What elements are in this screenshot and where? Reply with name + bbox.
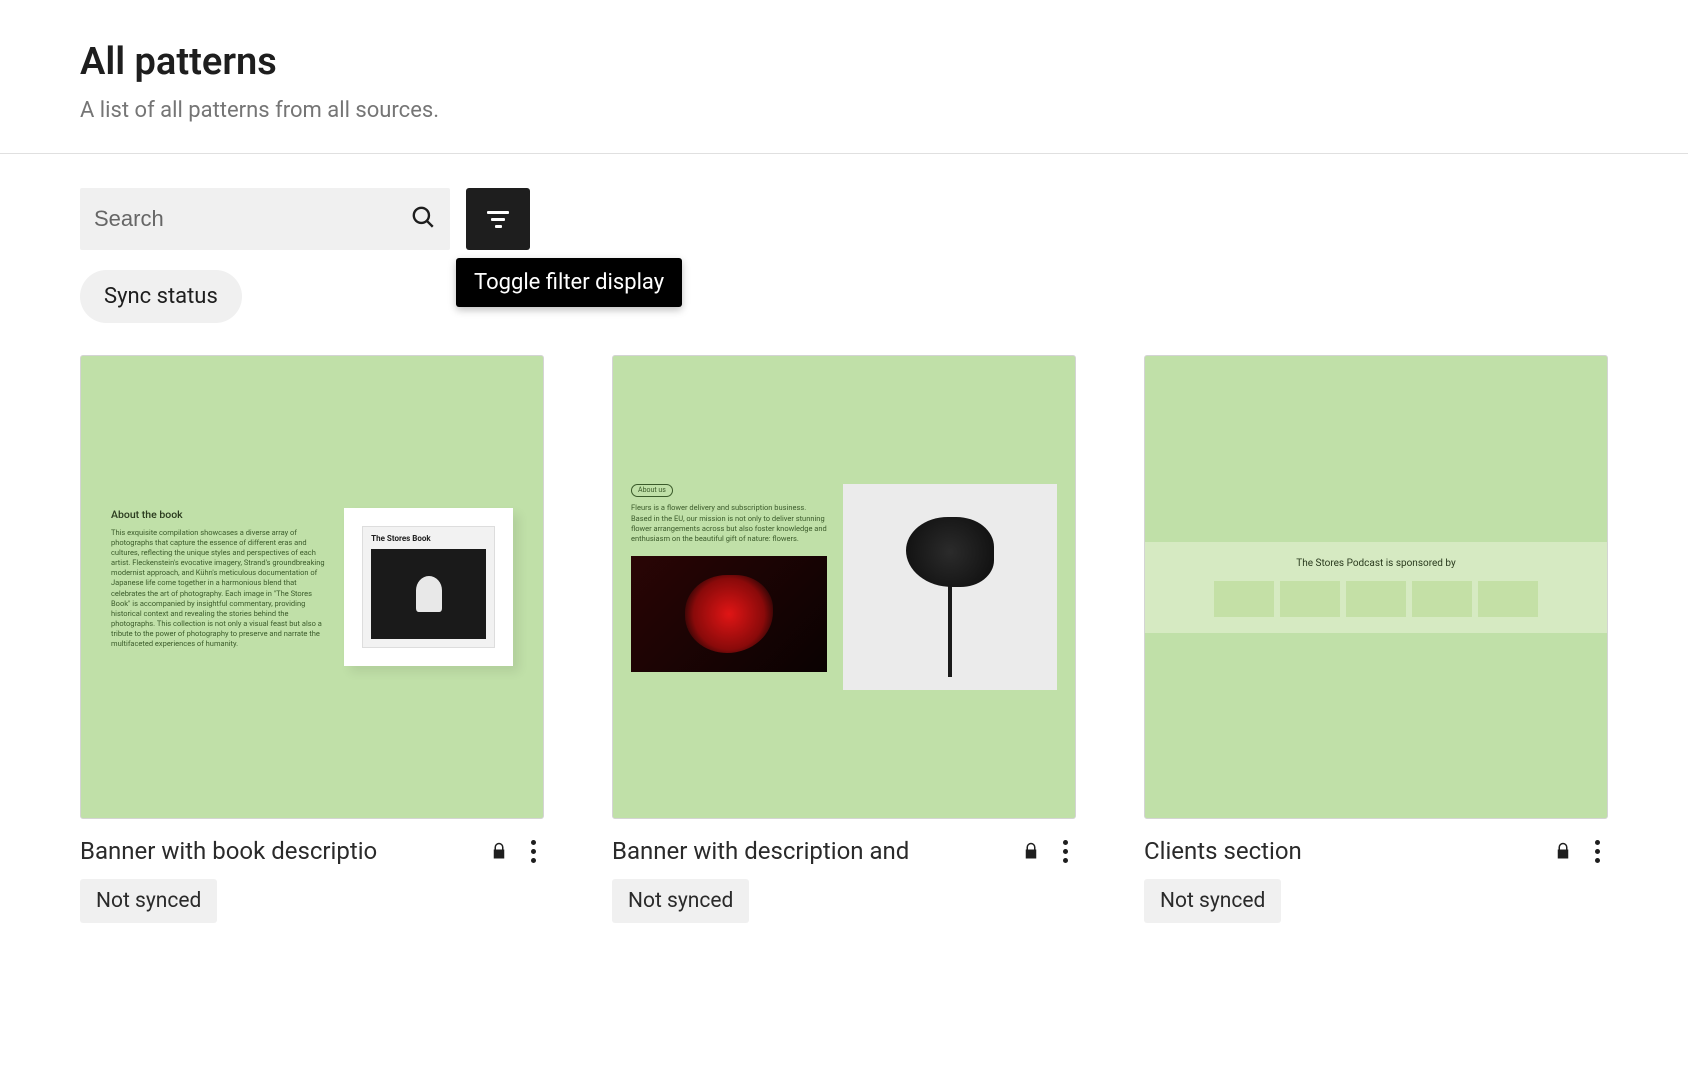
card-footer: Banner with description and <box>612 819 1076 879</box>
content-section: Toggle filter display Sync status About … <box>0 154 1688 963</box>
patterns-grid: About the book This exquisite compilatio… <box>80 355 1608 923</box>
header-section: All patterns A list of all patterns from… <box>0 0 1688 154</box>
page-subtitle: A list of all patterns from all sources. <box>80 98 1608 123</box>
more-actions-button[interactable] <box>1054 840 1076 862</box>
sync-badge: Not synced <box>80 879 217 923</box>
pattern-card: About us Fleurs is a flower delivery and… <box>612 355 1076 923</box>
pattern-title[interactable]: Clients section <box>1144 837 1540 865</box>
preview-pill: About us <box>631 484 673 497</box>
pattern-thumbnail[interactable]: The Stores Podcast is sponsored by <box>1144 355 1608 819</box>
pattern-thumbnail[interactable]: About us Fleurs is a flower delivery and… <box>612 355 1076 819</box>
card-footer: Clients section <box>1144 819 1608 879</box>
card-footer: Banner with book descriptio <box>80 819 544 879</box>
preview-text: The Stores Podcast is sponsored by <box>1296 558 1455 569</box>
pattern-title[interactable]: Banner with book descriptio <box>80 837 476 865</box>
filter-toggle-button[interactable] <box>466 188 530 250</box>
toolbar: Toggle filter display <box>80 188 1608 250</box>
sync-badge: Not synced <box>1144 879 1281 923</box>
page-title: All patterns <box>80 40 1608 84</box>
pattern-card: The Stores Podcast is sponsored by Clien… <box>1144 355 1608 923</box>
preview-heading: About the book <box>111 508 326 522</box>
more-actions-button[interactable] <box>522 840 544 862</box>
page: All patterns A list of all patterns from… <box>0 0 1688 963</box>
sync-status-chip[interactable]: Sync status <box>80 270 242 323</box>
filter-icon <box>487 211 509 228</box>
preview-book-title: The Stores Book <box>371 535 486 544</box>
filter-chips: Sync status <box>80 270 1608 323</box>
pattern-card: About the book This exquisite compilatio… <box>80 355 544 923</box>
lock-icon <box>1020 840 1042 862</box>
search-icon[interactable] <box>410 204 436 234</box>
pattern-thumbnail[interactable]: About the book This exquisite compilatio… <box>80 355 544 819</box>
more-actions-button[interactable] <box>1586 840 1608 862</box>
lock-icon <box>1552 840 1574 862</box>
pattern-title[interactable]: Banner with description and <box>612 837 1008 865</box>
sync-badge: Not synced <box>612 879 749 923</box>
search-input[interactable] <box>94 206 410 232</box>
filter-tooltip: Toggle filter display <box>456 258 682 307</box>
lock-icon <box>488 840 510 862</box>
preview-body: This exquisite compilation showcases a d… <box>111 528 326 650</box>
search-wrapper <box>80 188 450 250</box>
preview-body: Fleurs is a flower delivery and subscrip… <box>631 503 827 544</box>
